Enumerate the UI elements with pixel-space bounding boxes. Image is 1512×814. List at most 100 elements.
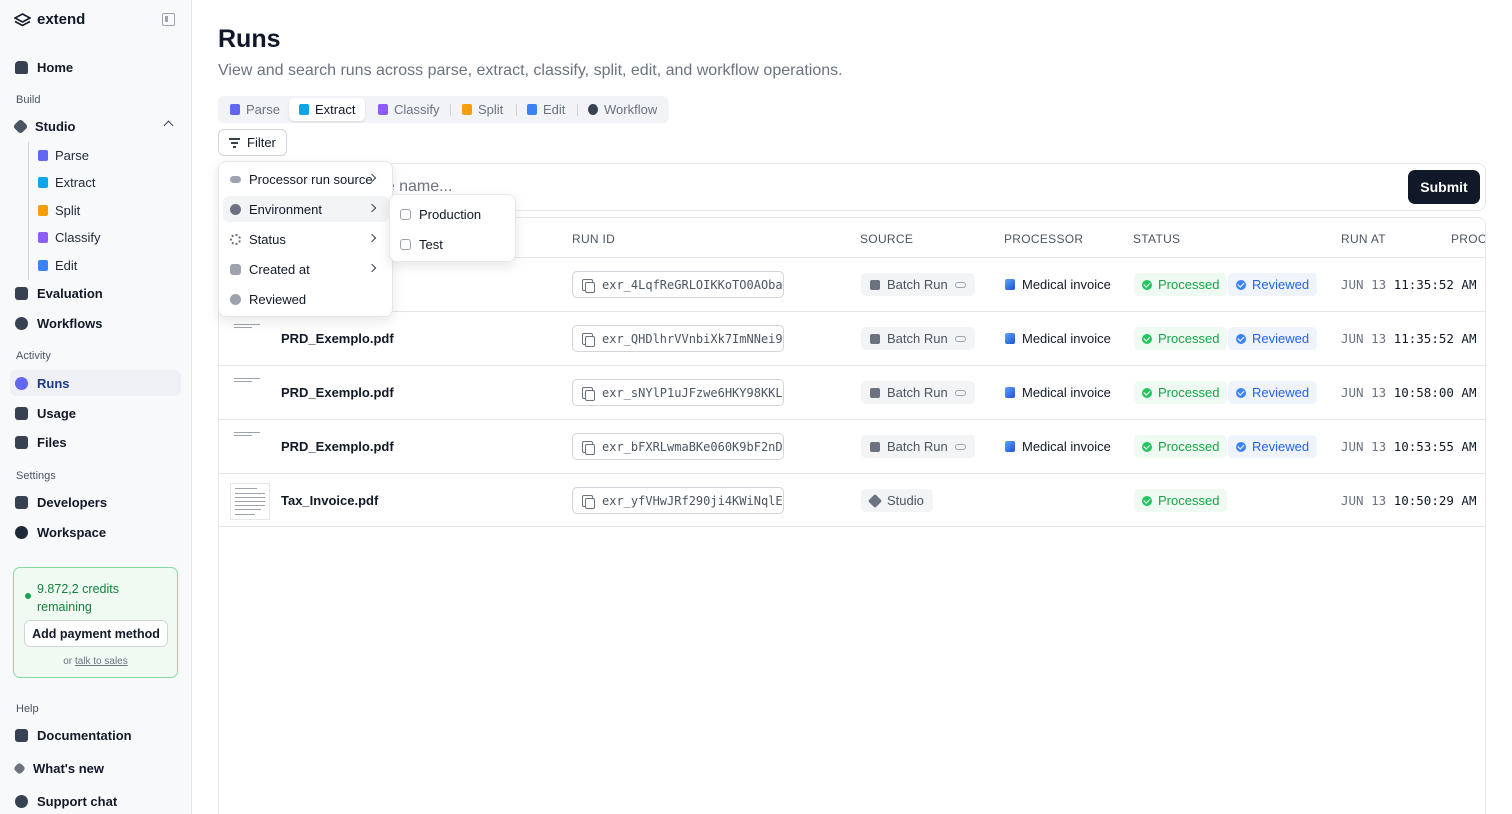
header-run-id[interactable]: RUN ID	[572, 232, 615, 246]
tab-split[interactable]: Split	[452, 98, 513, 121]
extract-icon	[1005, 441, 1015, 452]
studio-icon	[867, 493, 883, 508]
processor[interactable]: Medical invoice	[1005, 331, 1111, 346]
nav-classify[interactable]: Classify	[38, 230, 101, 245]
source-badge: Batch Run	[861, 273, 975, 296]
calendar-icon	[230, 263, 241, 275]
nav-split-label: Split	[55, 203, 81, 218]
copy-icon	[582, 440, 595, 455]
link-icon[interactable]	[954, 389, 966, 396]
page-subtitle: View and search runs across parse, extra…	[218, 62, 843, 79]
reviewed-label: Reviewed	[1252, 331, 1310, 346]
nav-workflows[interactable]: Workflows	[10, 310, 181, 336]
menu-item-environment[interactable]: Environment	[223, 196, 389, 222]
source-badge: Batch Run	[861, 435, 975, 458]
nav-evaluation[interactable]: Evaluation	[10, 280, 181, 306]
brand-logo[interactable]: extend	[14, 11, 85, 28]
nav-home[interactable]: Home	[10, 54, 181, 80]
check-icon	[1142, 441, 1152, 452]
reviewed-badge: Reviewed	[1228, 381, 1318, 404]
run-time: 10:50:29 AM	[1393, 493, 1477, 508]
talk-to-sales-link[interactable]: talk to sales	[75, 656, 128, 667]
nav-developers[interactable]: Developers	[10, 489, 181, 515]
nav-files[interactable]: Files	[10, 429, 181, 455]
chevron-right-icon	[367, 203, 377, 213]
file-thumbnail	[230, 429, 270, 466]
processor[interactable]: Medical invoice	[1005, 439, 1111, 454]
header-source[interactable]: SOURCE	[860, 232, 913, 246]
table-row[interactable]: PRD_Exemplo.pdf exr_bFXRLwmaBKe060K9bF2n…	[219, 419, 1485, 473]
extract-icon	[1005, 279, 1015, 290]
batch-icon	[870, 279, 880, 290]
processor-name: Medical invoice	[1022, 277, 1111, 292]
option-test[interactable]: Test	[400, 237, 443, 252]
tab-edit[interactable]: Edit	[517, 98, 575, 121]
submit-button[interactable]: Submit	[1408, 170, 1480, 204]
file-name[interactable]: PRD_Exemplo.pdf	[281, 439, 394, 454]
nav-documentation[interactable]: Documentation	[10, 722, 181, 748]
menu-item-status[interactable]: Status	[223, 226, 389, 252]
file-name[interactable]: PRD_Exemplo.pdf	[281, 331, 394, 346]
collapse-sidebar-icon[interactable]	[162, 13, 175, 26]
nav-runs[interactable]: Runs	[10, 370, 181, 396]
book-icon	[15, 728, 28, 742]
file-name[interactable]: Tax_Invoice.pdf	[281, 493, 378, 508]
status-label: Processed	[1158, 385, 1220, 400]
run-id-chip[interactable]: exr_QHDlhrVVnbiXk7ImNNei9	[572, 325, 784, 352]
add-payment-button[interactable]: Add payment method	[24, 620, 168, 647]
run-id-chip[interactable]: exr_sNYlP1uJFzwe6HKY98KKL	[572, 379, 784, 406]
header-processor-version[interactable]: PROCE	[1451, 232, 1485, 246]
menu-item-created-at[interactable]: Created at	[223, 256, 389, 282]
nav-usage[interactable]: Usage	[10, 400, 181, 426]
reviewed-badge: Reviewed	[1228, 273, 1318, 296]
test-checkbox[interactable]	[400, 239, 411, 250]
nav-parse[interactable]: Parse	[38, 148, 89, 163]
menu-item-processor-run-source[interactable]: Processor run source	[223, 166, 389, 192]
header-processor[interactable]: PROCESSOR	[1004, 232, 1083, 246]
nav-support-chat[interactable]: Support chat	[10, 788, 181, 814]
processor[interactable]: Medical invoice	[1005, 277, 1111, 292]
tab-parse[interactable]: Parse	[220, 98, 290, 121]
production-checkbox[interactable]	[400, 209, 411, 220]
header-status[interactable]: STATUS	[1133, 232, 1180, 246]
classify-icon	[38, 232, 48, 243]
run-id: exr_bFXRLwmaBKe060K9bF2nD	[602, 439, 783, 454]
nav-split[interactable]: Split	[38, 203, 80, 218]
nav-edit[interactable]: Edit	[38, 258, 77, 273]
status-badge: Processed	[1134, 327, 1228, 350]
link-icon[interactable]	[954, 443, 966, 450]
source-label: Batch Run	[887, 385, 948, 400]
tab-extract[interactable]: Extract	[289, 98, 366, 121]
filter-button[interactable]: Filter	[218, 129, 287, 156]
nav-extract[interactable]: Extract	[38, 175, 95, 190]
tab-workflow[interactable]: Workflow	[578, 98, 667, 121]
option-production[interactable]: Production	[400, 207, 481, 222]
menu-item-reviewed[interactable]: Reviewed	[223, 286, 389, 312]
tab-extract-label: Extract	[315, 102, 356, 117]
file-name[interactable]: PRD_Exemplo.pdf	[281, 385, 394, 400]
reviewed-label: Reviewed	[1252, 439, 1310, 454]
nav-parse-label: Parse	[55, 148, 89, 163]
nav-whats-new[interactable]: What's new	[10, 755, 181, 781]
table-row[interactable]: PRD_Exemplo.pdf exr_sNYlP1uJFzwe6HKY98KK…	[219, 365, 1485, 419]
reviewed-badge: Reviewed	[1228, 435, 1318, 458]
runs-icon	[15, 376, 28, 390]
nav-workspace[interactable]: Workspace	[10, 519, 181, 545]
table-row[interactable]: PRD_Exemplo.pdf exr_QHDlhrVVnbiXk7ImNNei…	[219, 311, 1485, 365]
source-label: Batch Run	[887, 331, 948, 346]
run-id-chip[interactable]: exr_bFXRLwmaBKe060K9bF2nD	[572, 433, 784, 460]
nav-studio[interactable]: Studio	[10, 113, 181, 139]
processor[interactable]: Medical invoice	[1005, 385, 1111, 400]
run-id-chip[interactable]: exr_yfVHwJRf290ji4KWiNqlE	[572, 487, 784, 514]
file-thumbnail	[230, 321, 270, 358]
table-row[interactable]: exr_4LqfReGRLOIKKoTO0AOba Batch Run Medi…	[219, 257, 1485, 311]
tab-classify[interactable]: Classify	[368, 98, 450, 121]
nav-runs-label: Runs	[37, 375, 70, 391]
header-run-at[interactable]: RUN AT	[1341, 232, 1386, 246]
run-id-chip[interactable]: exr_4LqfReGRLOIKKoTO0AOba	[572, 271, 784, 298]
processor-name: Medical invoice	[1022, 331, 1111, 346]
link-icon[interactable]	[954, 281, 966, 288]
evaluation-icon	[15, 286, 28, 300]
table-row[interactable]: Tax_Invoice.pdf exr_yfVHwJRf290ji4KWiNql…	[219, 473, 1485, 527]
link-icon[interactable]	[954, 335, 966, 342]
